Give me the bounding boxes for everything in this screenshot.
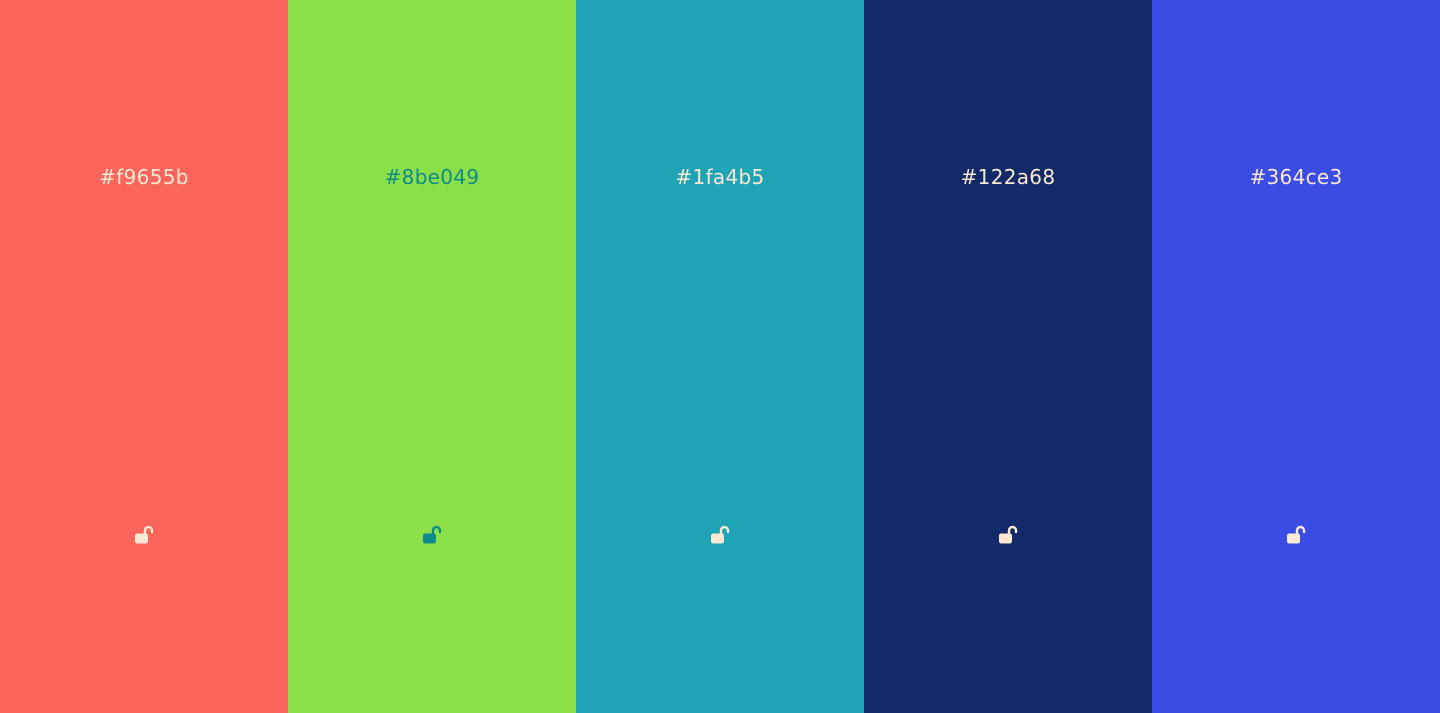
lock-toggle-button[interactable] [1281, 521, 1311, 549]
unlock-icon [708, 523, 732, 547]
color-swatch-1[interactable]: #f9655b [0, 0, 288, 713]
color-swatch-4[interactable]: #122a68 [864, 0, 1152, 713]
color-palette: #f9655b #8be049 #1fa4b5 #122a68 #364ce3 [0, 0, 1440, 713]
unlock-icon [420, 523, 444, 547]
hex-code-label[interactable]: #8be049 [288, 163, 576, 191]
lock-toggle-button[interactable] [705, 521, 735, 549]
unlock-icon [1284, 523, 1308, 547]
hex-code-label[interactable]: #122a68 [864, 163, 1152, 191]
color-swatch-2[interactable]: #8be049 [288, 0, 576, 713]
unlock-icon [132, 523, 156, 547]
hex-code-label[interactable]: #f9655b [0, 163, 288, 191]
unlock-icon [996, 523, 1020, 547]
lock-toggle-button[interactable] [417, 521, 447, 549]
color-swatch-3[interactable]: #1fa4b5 [576, 0, 864, 713]
hex-code-label[interactable]: #364ce3 [1152, 163, 1440, 191]
lock-toggle-button[interactable] [129, 521, 159, 549]
hex-code-label[interactable]: #1fa4b5 [576, 163, 864, 191]
color-swatch-5[interactable]: #364ce3 [1152, 0, 1440, 713]
lock-toggle-button[interactable] [993, 521, 1023, 549]
